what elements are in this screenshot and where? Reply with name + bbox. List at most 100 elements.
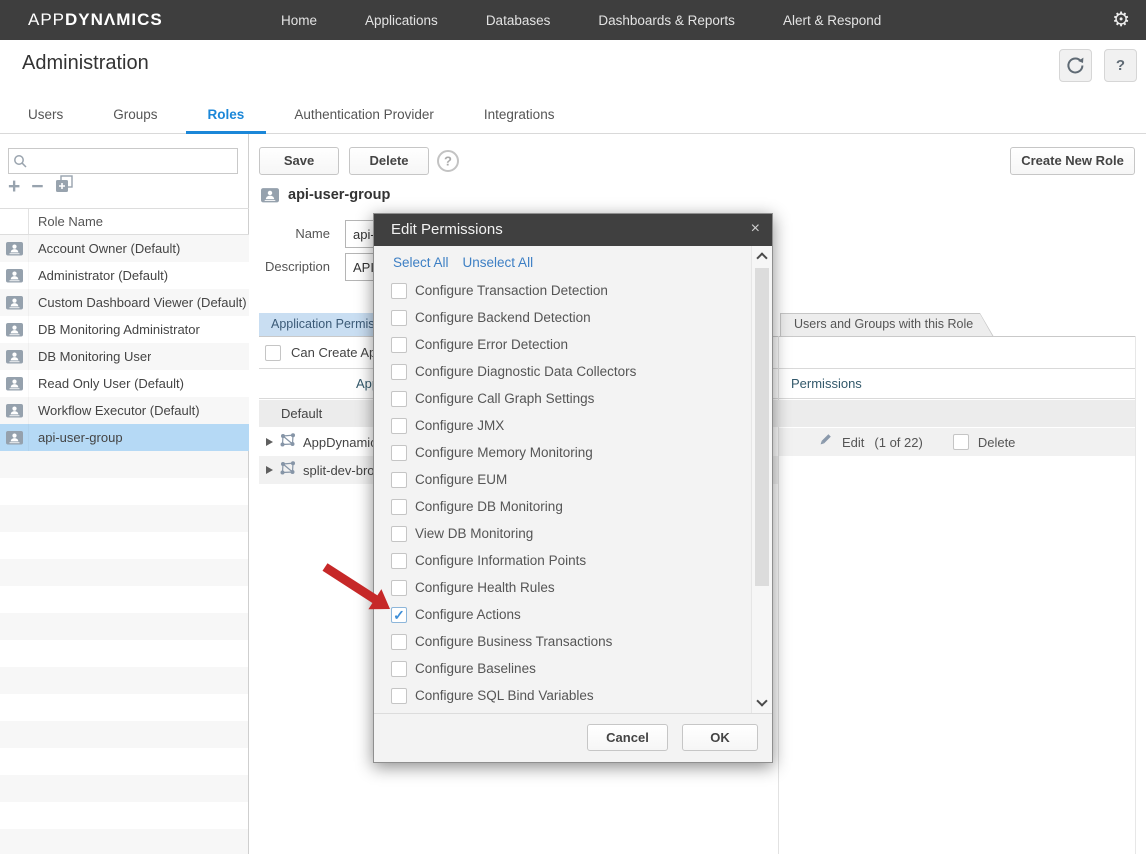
permissions-column-header: Permissions	[791, 369, 862, 399]
save-button[interactable]: Save	[259, 147, 339, 175]
admin-tab[interactable]: Authentication Provider	[294, 96, 434, 134]
role-help-button[interactable]: ?	[436, 149, 460, 178]
permission-checkbox[interactable]	[391, 310, 407, 326]
permission-checkbox[interactable]	[391, 283, 407, 299]
permission-label: Configure Memory Monitoring	[415, 445, 593, 460]
permission-item: Configure Information Points	[374, 547, 750, 574]
role-name: Custom Dashboard Viewer (Default)	[29, 295, 247, 310]
permission-label: Configure Baselines	[415, 661, 536, 676]
permission-label: Configure Diagnostic Data Collectors	[415, 364, 636, 379]
role-name: Workflow Executor (Default)	[29, 403, 200, 418]
edit-link[interactable]: Edit	[842, 435, 864, 450]
user-badge-icon	[6, 296, 23, 310]
role-row[interactable]: Workflow Executor (Default)	[0, 397, 249, 424]
admin-tab[interactable]: Users	[28, 96, 63, 134]
cancel-button[interactable]: Cancel	[587, 724, 668, 751]
close-icon[interactable]: ×	[751, 214, 760, 244]
create-new-role-button[interactable]: Create New Role	[1010, 147, 1135, 175]
permission-item: Configure Business Transactions	[374, 628, 750, 655]
user-badge-icon	[6, 404, 23, 418]
permission-item: Configure Actions	[374, 601, 750, 628]
modal-scrollbar[interactable]	[751, 246, 772, 713]
permission-item: Configure Error Detection	[374, 331, 750, 358]
role-row[interactable]: DB Monitoring User	[0, 343, 249, 370]
application-name[interactable]: AppDynamics	[303, 435, 383, 450]
permission-checkbox[interactable]	[391, 634, 407, 650]
page-title: Administration	[22, 52, 149, 75]
permission-checkbox[interactable]	[391, 607, 407, 623]
permission-checkbox[interactable]	[391, 526, 407, 542]
role-search-box[interactable]	[8, 148, 238, 174]
scroll-down-icon[interactable]	[756, 695, 767, 706]
duplicate-role-button[interactable]	[55, 175, 74, 199]
role-name-header: Role Name	[29, 214, 103, 229]
role-row[interactable]: Read Only User (Default)	[0, 370, 249, 397]
permission-checkbox[interactable]	[391, 688, 407, 704]
expand-arrow-icon[interactable]	[266, 438, 273, 446]
permission-item: Configure Backend Detection	[374, 304, 750, 331]
nav-item[interactable]: Databases	[486, 13, 551, 28]
select-all-link[interactable]: Select All	[393, 255, 449, 270]
role-row[interactable]: DB Monitoring Administrator	[0, 316, 249, 343]
page-help-button[interactable]: ?	[1104, 49, 1137, 82]
permission-checkbox[interactable]	[391, 499, 407, 515]
refresh-icon	[1066, 56, 1085, 75]
permission-checkbox[interactable]	[391, 661, 407, 677]
permission-item: Configure Memory Monitoring	[374, 439, 750, 466]
add-role-button[interactable]: +	[8, 177, 20, 197]
permission-checkbox[interactable]	[391, 418, 407, 434]
permission-label: Configure EUM	[415, 472, 507, 487]
question-mark-icon: ?	[1116, 57, 1125, 74]
ok-button[interactable]: OK	[682, 724, 758, 751]
permission-checkbox[interactable]	[391, 445, 407, 461]
can-create-applications-checkbox[interactable]	[265, 345, 281, 361]
nav-item[interactable]: Applications	[365, 13, 438, 28]
user-badge-icon	[6, 377, 23, 391]
tab-users-groups-with-role[interactable]: Users and Groups with this Role	[780, 313, 994, 337]
nav-item[interactable]: Dashboards & Reports	[598, 13, 735, 28]
permission-label: Configure Transaction Detection	[415, 283, 608, 298]
permission-label: Configure Information Points	[415, 553, 586, 568]
refresh-button[interactable]	[1059, 49, 1092, 82]
role-heading-text: api-user-group	[288, 187, 390, 203]
admin-tab[interactable]: Integrations	[484, 96, 555, 134]
nav-item[interactable]: Home	[281, 13, 317, 28]
permission-item: View DB Monitoring	[374, 520, 750, 547]
permission-label: Configure DB Monitoring	[415, 499, 563, 514]
role-search-input[interactable]	[31, 150, 235, 172]
application-name[interactable]: split-dev-brow	[303, 463, 384, 478]
permissions-list: Configure Transaction Detection Configur…	[374, 277, 750, 709]
permission-label: Configure Business Transactions	[415, 634, 612, 649]
permission-label: Configure Error Detection	[415, 337, 568, 352]
permission-item: Configure EUM	[374, 466, 750, 493]
permission-checkbox[interactable]	[391, 391, 407, 407]
delete-button[interactable]: Delete	[349, 147, 429, 175]
permission-label: Configure Backend Detection	[415, 310, 591, 325]
permission-checkbox[interactable]	[391, 553, 407, 569]
permission-checkbox[interactable]	[391, 580, 407, 596]
nav-item[interactable]: Alert & Respond	[783, 13, 881, 28]
user-badge-icon	[6, 431, 23, 445]
grid-right-border	[1135, 336, 1136, 854]
scroll-up-icon[interactable]	[756, 252, 767, 263]
remove-role-button[interactable]: −	[31, 177, 43, 197]
role-row[interactable]: Custom Dashboard Viewer (Default)	[0, 289, 249, 316]
appdynamics-logo[interactable]: APPDYNΛMICS	[28, 0, 163, 40]
scrollbar-thumb[interactable]	[755, 268, 769, 586]
modal-header: Edit Permissions ×	[374, 214, 772, 246]
role-row[interactable]: api-user-group	[0, 424, 249, 451]
permission-checkbox[interactable]	[391, 472, 407, 488]
role-name: Account Owner (Default)	[29, 241, 180, 256]
settings-gear-icon[interactable]: ⚙	[1112, 0, 1130, 40]
expand-arrow-icon[interactable]	[266, 466, 273, 474]
permission-checkbox[interactable]	[391, 364, 407, 380]
row-delete-checkbox[interactable]	[953, 434, 969, 450]
admin-tab[interactable]: Groups	[113, 96, 157, 134]
permission-checkbox[interactable]	[391, 337, 407, 353]
role-name: DB Monitoring Administrator	[29, 322, 200, 337]
user-badge-icon	[6, 242, 23, 256]
admin-tab[interactable]: Roles	[208, 96, 245, 134]
modal-title: Edit Permissions	[391, 214, 503, 246]
unselect-all-link[interactable]: Unselect All	[463, 255, 534, 270]
edit-pencil-icon[interactable]	[817, 432, 833, 453]
